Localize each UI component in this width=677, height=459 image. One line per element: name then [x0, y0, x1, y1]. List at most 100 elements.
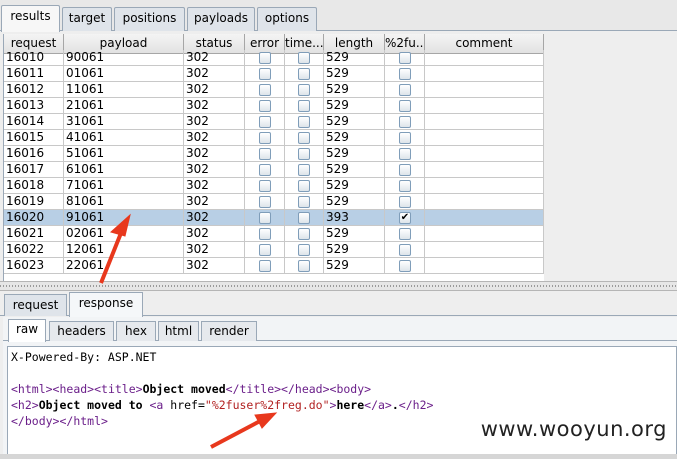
- timeout-checkbox[interactable]: [298, 164, 310, 176]
- table-row[interactable]: 16016 51061 302 529: [4, 146, 544, 162]
- tab-hex[interactable]: hex: [116, 321, 156, 341]
- error-checkbox[interactable]: [259, 68, 271, 80]
- cell-request: 16013: [4, 98, 64, 114]
- timeout-checkbox[interactable]: [298, 100, 310, 112]
- cell-comment: [425, 146, 544, 162]
- tab-request[interactable]: request: [4, 294, 67, 316]
- error-checkbox[interactable]: [259, 52, 271, 64]
- cell-status: 302: [184, 242, 245, 258]
- error-checkbox[interactable]: [259, 228, 271, 240]
- match-checkbox[interactable]: [399, 68, 411, 80]
- cell-timeout: [285, 146, 324, 162]
- timeout-checkbox[interactable]: [298, 180, 310, 192]
- cell-error: [245, 98, 285, 114]
- cell-comment: [425, 226, 544, 242]
- error-checkbox[interactable]: [259, 212, 271, 224]
- tab-payloads[interactable]: payloads: [187, 7, 255, 31]
- timeout-checkbox[interactable]: [298, 196, 310, 208]
- table-row[interactable]: 16020 91061 302 393 ✔: [4, 210, 544, 226]
- error-checkbox[interactable]: [259, 116, 271, 128]
- tab-headers[interactable]: headers: [49, 321, 114, 341]
- tab-raw[interactable]: raw: [8, 319, 46, 342]
- match-checkbox[interactable]: [399, 84, 411, 96]
- bottom-scrollbar[interactable]: [0, 454, 677, 459]
- error-checkbox[interactable]: [259, 148, 271, 160]
- error-checkbox[interactable]: [259, 164, 271, 176]
- match-checkbox[interactable]: [399, 116, 411, 128]
- cell-payload: 91061: [64, 210, 184, 226]
- table-row[interactable]: 16017 61061 302 529: [4, 162, 544, 178]
- cell-payload: 90061: [64, 50, 184, 66]
- table-row[interactable]: 16015 41061 302 529: [4, 130, 544, 146]
- table-row[interactable]: 16021 02061 302 529: [4, 226, 544, 242]
- table-row[interactable]: 16013 21061 302 529: [4, 98, 544, 114]
- table-row[interactable]: 16019 81061 302 529: [4, 194, 544, 210]
- table-row[interactable]: 16023 22061 302 529: [4, 258, 544, 274]
- match-checkbox[interactable]: [399, 100, 411, 112]
- cell-comment: [425, 98, 544, 114]
- tab-target[interactable]: target: [62, 7, 112, 31]
- cell-status: 302: [184, 178, 245, 194]
- match-checkbox[interactable]: [399, 52, 411, 64]
- cell-timeout: [285, 98, 324, 114]
- timeout-checkbox[interactable]: [298, 116, 310, 128]
- match-checkbox[interactable]: [399, 148, 411, 160]
- match-checkbox[interactable]: ✔: [399, 212, 411, 224]
- error-checkbox[interactable]: [259, 100, 271, 112]
- tab-results[interactable]: results: [1, 5, 60, 32]
- cell-length: 529: [324, 194, 385, 210]
- table-row[interactable]: 16010 90061 302 529: [4, 50, 544, 66]
- cell-payload: 31061: [64, 114, 184, 130]
- cell-length: 393: [324, 210, 385, 226]
- error-checkbox[interactable]: [259, 84, 271, 96]
- tab-response[interactable]: response: [69, 292, 143, 317]
- timeout-checkbox[interactable]: [298, 212, 310, 224]
- tab-options[interactable]: options: [257, 7, 317, 31]
- match-checkbox[interactable]: [399, 244, 411, 256]
- response-body[interactable]: X-Powered-By: ASP.NET <html><head><title>…: [7, 346, 677, 459]
- match-checkbox[interactable]: [399, 260, 411, 272]
- timeout-checkbox[interactable]: [298, 244, 310, 256]
- timeout-checkbox[interactable]: [298, 132, 310, 144]
- table-row[interactable]: 16022 12061 302 529: [4, 242, 544, 258]
- error-checkbox[interactable]: [259, 244, 271, 256]
- cell-request: 16019: [4, 194, 64, 210]
- cell-status: 302: [184, 114, 245, 130]
- tab-html[interactable]: html: [158, 321, 199, 341]
- timeout-checkbox[interactable]: [298, 52, 310, 64]
- cell-status: 302: [184, 50, 245, 66]
- timeout-checkbox[interactable]: [298, 260, 310, 272]
- match-checkbox[interactable]: [399, 180, 411, 192]
- detail-tab-bar: request response: [0, 292, 677, 317]
- results-table[interactable]: request payload status error time... len…: [3, 34, 677, 281]
- cell-comment: [425, 82, 544, 98]
- table-row[interactable]: 16012 11061 302 529: [4, 82, 544, 98]
- tab-positions[interactable]: positions: [114, 7, 185, 31]
- table-row[interactable]: 16011 01061 302 529: [4, 66, 544, 82]
- match-checkbox[interactable]: [399, 228, 411, 240]
- cell-match: [385, 226, 425, 242]
- cell-timeout: [285, 226, 324, 242]
- tab-render[interactable]: render: [201, 321, 257, 341]
- error-checkbox[interactable]: [259, 180, 271, 192]
- cell-error: [245, 210, 285, 226]
- tag-body-open: <body>: [329, 382, 372, 396]
- match-checkbox[interactable]: [399, 132, 411, 144]
- match-checkbox[interactable]: [399, 164, 411, 176]
- error-checkbox[interactable]: [259, 196, 271, 208]
- error-checkbox[interactable]: [259, 260, 271, 272]
- view-tab-bar: raw headers hex html render: [3, 317, 677, 342]
- match-checkbox[interactable]: [399, 196, 411, 208]
- table-row[interactable]: 16018 71061 302 529: [4, 178, 544, 194]
- cell-error: [245, 114, 285, 130]
- timeout-checkbox[interactable]: [298, 228, 310, 240]
- table-row[interactable]: 16014 31061 302 529: [4, 114, 544, 130]
- cell-match: [385, 162, 425, 178]
- timeout-checkbox[interactable]: [298, 148, 310, 160]
- cell-request: 16014: [4, 114, 64, 130]
- pane-splitter[interactable]: [0, 281, 677, 291]
- timeout-checkbox[interactable]: [298, 84, 310, 96]
- error-checkbox[interactable]: [259, 132, 271, 144]
- timeout-checkbox[interactable]: [298, 68, 310, 80]
- cell-length: 529: [324, 162, 385, 178]
